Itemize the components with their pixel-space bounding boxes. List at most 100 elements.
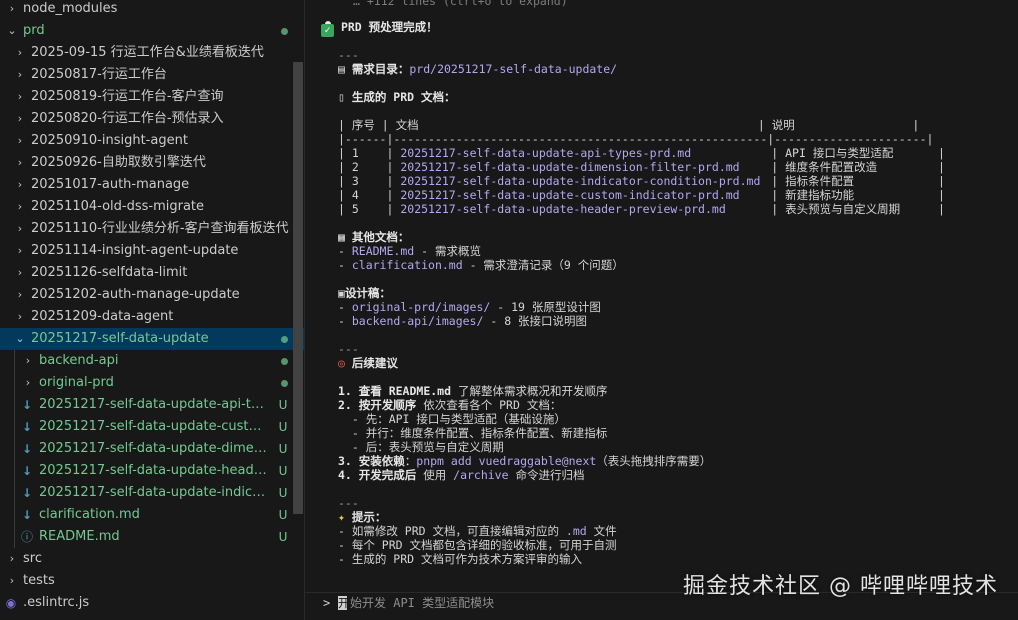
tip-text: - 每个 PRD 文档都包含详细的验收标准，可用于自测 [338,538,617,552]
tree-folder-original-prd[interactable]: › original-prd [0,372,304,394]
tree-folder-prd[interactable]: ⌄ prd [0,20,304,42]
tree-folder[interactable]: › 20251110-行业业绩分析-客户查询看板迭代 [0,218,304,240]
table-header: | 序号 | 文档 | 说明 | [338,118,920,132]
markdown-icon: ↓ [21,420,33,434]
next-step-4: 4. 开发完成后 使用 /archive 命令进行归档 [338,468,584,482]
untracked-badge: U [278,464,288,478]
untracked-badge: U [278,508,288,522]
tree-folder[interactable]: › 20251202-auth-manage-update [0,284,304,306]
chevron-right-icon: › [17,134,23,147]
chevron-right-icon: › [17,156,23,169]
other-doc-name: clarification.md [351,258,463,272]
step-text: 依次查看各个 PRD 文档： [416,398,562,412]
tree-folder[interactable]: › 20251126-selfdata-limit [0,262,304,284]
next-step-1: 1. 查看 README.md 了解整体需求概况和开发顺序 [338,384,607,398]
next-step-3: 3. 安装依赖：pnpm add vuedraggable@next（表头拖拽排… [338,454,711,468]
other-doc-desc: - 需求澄清记录（9 个问题） [462,258,624,272]
tree-folder-node-modules[interactable]: › node_modules [0,0,304,20]
next-step-2: 2. 按开发顺序 依次查看各个 PRD 文档： [338,398,561,412]
tree-label: 20251017-auth-manage [31,177,190,192]
row-doc: 20251217-self-data-update-indicator-cond… [400,174,761,188]
next-substep: - 先：API 接口与类型适配（基础设施） [338,412,566,426]
sidebar-scrollbar[interactable] [293,62,303,514]
tree-label: 20251217-self-data-update-header-preview… [39,463,267,478]
tree-folder-selected[interactable]: ⌄ 20251217-self-data-update [0,328,304,350]
modified-dot-icon [281,380,288,387]
chevron-right-icon: › [17,112,23,125]
tree-folder[interactable]: › 20251114-insight-agent-update [0,240,304,262]
clipboard-icon: ▦ [338,230,345,244]
tip-text: 文件 [586,524,617,538]
tree-file[interactable]: ↓ 20251217-self-data-update-custom-indic… [0,416,304,438]
other-doc-line: - clarification.md - 需求澄清记录（9 个问题） [338,258,624,272]
chevron-right-icon: › [17,68,23,81]
tree-file[interactable]: ↓ 20251217-self-data-update-api-types-pr… [0,394,304,416]
tip-line: - 生成的 PRD 文档可作为技术方案评审的输入 [338,552,582,566]
tree-file[interactable]: ↓ clarification.md U [0,504,304,526]
tree-folder-backend-api[interactable]: › backend-api [0,350,304,372]
tree-file-readme[interactable]: ⓘ README.md U [0,526,304,548]
tree-label: 20250817-行运工作台 [31,67,167,82]
chevron-right-icon: › [9,2,15,15]
tree-folder[interactable]: › 20250819-行运工作台-客户查询 [0,86,304,108]
tree-label: node_modules [23,1,118,16]
chevron-right-icon: › [17,244,23,257]
step-title: 开发完成后 [358,468,417,482]
chevron-right-icon: › [17,288,23,301]
tree-label: 20251126-selfdata-limit [31,265,188,280]
row-desc: 表头预览与自定义周期 [785,202,901,216]
collapsed-hint[interactable]: … +112 lines (ctrl+o to expand) [353,0,568,8]
markdown-icon: ↓ [21,508,33,522]
tree-folder[interactable]: › 20250910-insight-agent [0,130,304,152]
untracked-badge: U [278,486,288,500]
chevron-right-icon: › [17,90,23,103]
tree-file[interactable]: ↓ 20251217-self-data-update-indicator-co… [0,482,304,504]
row-no: 5 [351,202,359,216]
image-icon: ▣ [338,286,345,300]
tip-line: - 每个 PRD 文档都包含详细的验收标准，可用于自测 [338,538,616,552]
tree-folder[interactable]: › 20251209-data-agent [0,306,304,328]
watermark: 掘金技术社区 @ 哔哩哔哩技术 [683,574,998,599]
tree-label: 20251217-self-data-update-custom-indicat… [39,419,267,434]
tree-folder[interactable]: › 20251104-old-dss-migrate [0,196,304,218]
design-desc: - 8 张接口说明图 [483,314,588,328]
dir-line: ▤ 需求目录：prd/20251217-self-data-update/ [338,62,617,76]
check-icon: ✓ [321,24,334,37]
design-heading: ▣设计稿： [338,286,391,300]
table-separator: |------|--------------------------------… [338,132,934,146]
chevron-right-icon: › [9,574,15,587]
tree-folder-src[interactable]: › src [0,548,304,570]
tree-folder[interactable]: › 2025-09-15 行运工作台&业绩看板迭代 [0,42,304,64]
folder-icon: ▤ [338,62,345,76]
tree-folder[interactable]: › 20250926-自助取数引擎迭代 [0,152,304,174]
chevron-right-icon: › [25,376,31,389]
tree-file[interactable]: ↓ 20251217-self-data-update-header-previ… [0,460,304,482]
step-text: 了解整体需求概况和开发顺序 [451,384,608,398]
step-title: 安装依赖 [358,454,405,468]
tree-label: 20251217-self-data-update [31,331,209,346]
tree-folder[interactable]: › 20250817-行运工作台 [0,64,304,86]
chevron-right-icon: › [17,200,23,213]
document-icon: ▯ [338,90,345,104]
next-substep: - 后：表头预览与自定义周期 [338,440,504,454]
tree-folder-tests[interactable]: › tests [0,570,304,592]
tree-folder[interactable]: › 20250820-行运工作台-预估录入 [0,108,304,130]
row-doc: 20251217-self-data-update-dimension-filt… [400,160,740,174]
chevron-down-icon: ⌄ [15,332,25,345]
step-num: 4. [338,468,359,482]
terminal-output: … +112 lines (ctrl+o to expand) ✓ PRD 预处… [305,0,1018,620]
table-row: | 5 | 20251217-self-data-update-header-p… [338,202,945,216]
docs-heading: ▯ 生成的 PRD 文档： [338,90,456,104]
tree-file[interactable]: ↓ 20251217-self-data-update-dimension-fi… [0,438,304,460]
untracked-badge: U [278,420,288,434]
tree-file-eslintrc[interactable]: ◉ .eslintrc.js [0,592,304,614]
design-line: - original-prd/images/ - 19 张原型设计图 [338,300,601,314]
modified-dot-icon [281,336,288,343]
target-icon: ◎ [338,356,345,370]
status-line: ✓ PRD 预处理完成！ [321,20,438,37]
tree-label: 20251209-data-agent [31,309,174,324]
tree-folder[interactable]: › 20251017-auth-manage [0,174,304,196]
prompt-text: 始开发 API 类型适配模块 [350,596,495,610]
tree-label: 20250820-行运工作台-预估录入 [31,111,224,126]
design-name: backend-api/images/ [351,314,484,328]
